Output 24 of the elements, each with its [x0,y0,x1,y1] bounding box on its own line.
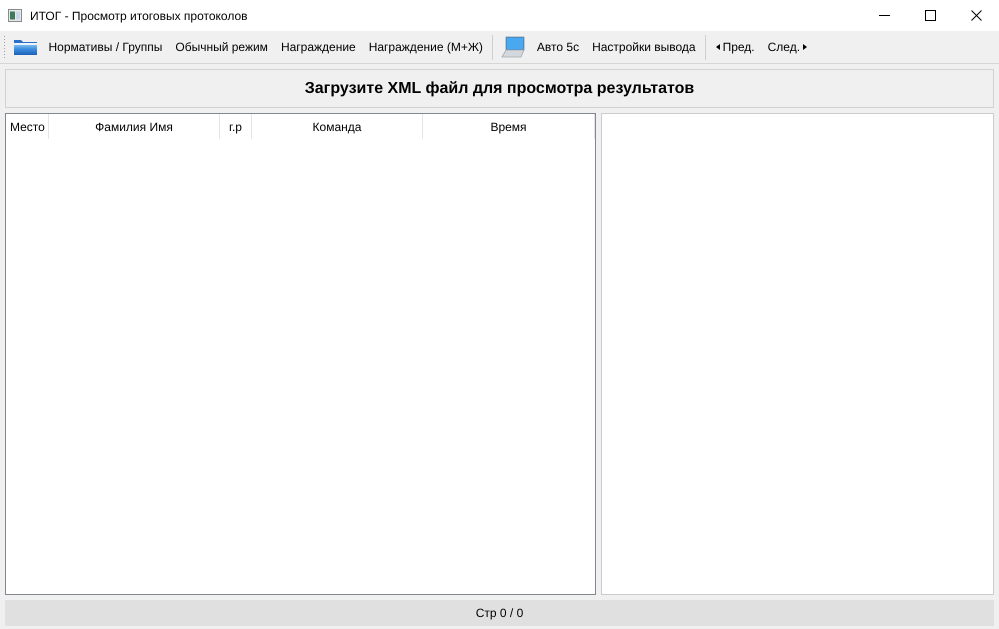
load-file-banner: Загрузите XML файл для просмотра результатов [5,69,994,108]
toolbar-button[interactable]: Награждение (М+Ж) [362,34,489,60]
toolbar-button[interactable]: Обычный режим [169,34,274,60]
app-icon [8,9,22,22]
column-header[interactable]: Место [6,114,49,139]
toolbar-button[interactable]: Настройки вывода [586,34,702,60]
folder-icon [12,38,38,56]
column-header[interactable]: г.р [220,114,252,139]
previous-button[interactable]: Пред. [710,34,761,60]
window-title: ИТОГ - Просмотр итоговых протоколов [30,8,248,22]
laptop-icon [500,36,526,58]
maximize-icon [924,10,936,21]
column-header[interactable]: Команда [252,114,423,139]
column-header[interactable]: Время [423,114,595,139]
next-button[interactable]: След. [762,34,814,60]
page-status-bar: Стр 0 / 0 [5,600,994,626]
toolbar-button[interactable]: Авто 5с [530,34,586,60]
minimize-icon [878,15,890,16]
caret-left-icon [716,44,720,50]
column-header[interactable]: Фамилия Имя [49,114,220,139]
close-icon [970,10,982,21]
toolbar-button[interactable]: Награждение [274,34,362,60]
toolbar-button[interactable]: Нормативы / Группы [42,34,168,60]
caret-right-icon [803,44,808,50]
